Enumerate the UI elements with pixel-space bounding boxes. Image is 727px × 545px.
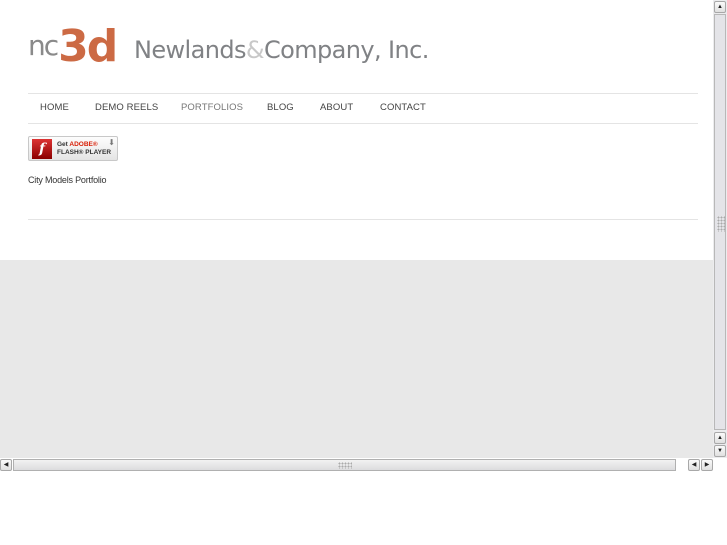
flash-badge-get: Get	[57, 141, 68, 148]
arrow-up-icon: ▲	[717, 4, 723, 10]
page-footer-area	[0, 260, 713, 458]
arrow-right-icon: ▶	[704, 462, 710, 468]
scroll-up-top-button[interactable]: ▲	[714, 1, 726, 13]
nav-about[interactable]: ABOUT	[320, 102, 353, 113]
company-name-part2: Company, Inc.	[264, 36, 429, 64]
vertical-scroll-grip[interactable]	[717, 216, 725, 232]
content-divider	[28, 219, 698, 220]
arrow-down-icon: ▼	[717, 448, 723, 454]
flash-badge-line1: Get ADOBE®	[57, 141, 98, 148]
scroll-up-button[interactable]: ▲	[714, 432, 726, 444]
company-name-part1: Newlands	[134, 36, 246, 64]
nav-home[interactable]: HOME	[40, 102, 69, 113]
logo-mark[interactable]: nc 3d	[28, 21, 118, 72]
nav-portfolios[interactable]: PORTFOLIOS	[181, 102, 243, 113]
page-header-area: nc 3d Newlands&Company, Inc. HOME DEMO R…	[0, 0, 713, 260]
nav-contact[interactable]: CONTACT	[380, 102, 426, 113]
arrow-up-icon: ▲	[717, 435, 723, 441]
logo-3d-text: 3d	[58, 21, 118, 72]
download-arrow-icon: ⬇	[108, 138, 115, 147]
arrow-left-icon: ◀	[3, 462, 9, 468]
vertical-scrollbar[interactable]: ▲ ▲ ▼	[713, 0, 727, 458]
get-flash-player-button[interactable]: f Get ADOBE® FLASH® PLAYER ⬇	[28, 136, 118, 161]
arrow-left-icon: ◀	[691, 462, 697, 468]
nav-blog[interactable]: BLOG	[267, 102, 294, 113]
horizontal-scroll-track[interactable]	[13, 459, 676, 471]
flash-badge-line2: FLASH® PLAYER	[57, 149, 112, 156]
horizontal-scroll-grip[interactable]	[338, 462, 352, 469]
company-name[interactable]: Newlands&Company, Inc.	[134, 36, 429, 64]
scroll-left-button[interactable]: ◀	[0, 459, 12, 471]
browser-viewport: nc 3d Newlands&Company, Inc. HOME DEMO R…	[0, 0, 713, 458]
flash-player-icon: f	[32, 139, 52, 159]
scroll-down-button[interactable]: ▼	[714, 445, 726, 457]
scroll-left-end-button[interactable]: ◀	[688, 459, 700, 471]
flash-badge-adobe: ADOBE®	[69, 141, 98, 148]
vertical-scroll-track[interactable]	[714, 14, 726, 430]
main-nav: HOME DEMO REELS PORTFOLIOS BLOG ABOUT CO…	[28, 93, 698, 124]
scroll-right-button[interactable]: ▶	[701, 459, 713, 471]
horizontal-scrollbar[interactable]: ◀ ◀ ▶	[0, 458, 713, 472]
logo-nc-text: nc	[28, 29, 59, 62]
nav-demo-reels[interactable]: DEMO REELS	[95, 102, 158, 113]
company-name-ampersand: &	[245, 36, 265, 64]
portfolio-caption: City Models Portfolio	[28, 175, 107, 185]
scrollbar-corner	[713, 458, 727, 472]
